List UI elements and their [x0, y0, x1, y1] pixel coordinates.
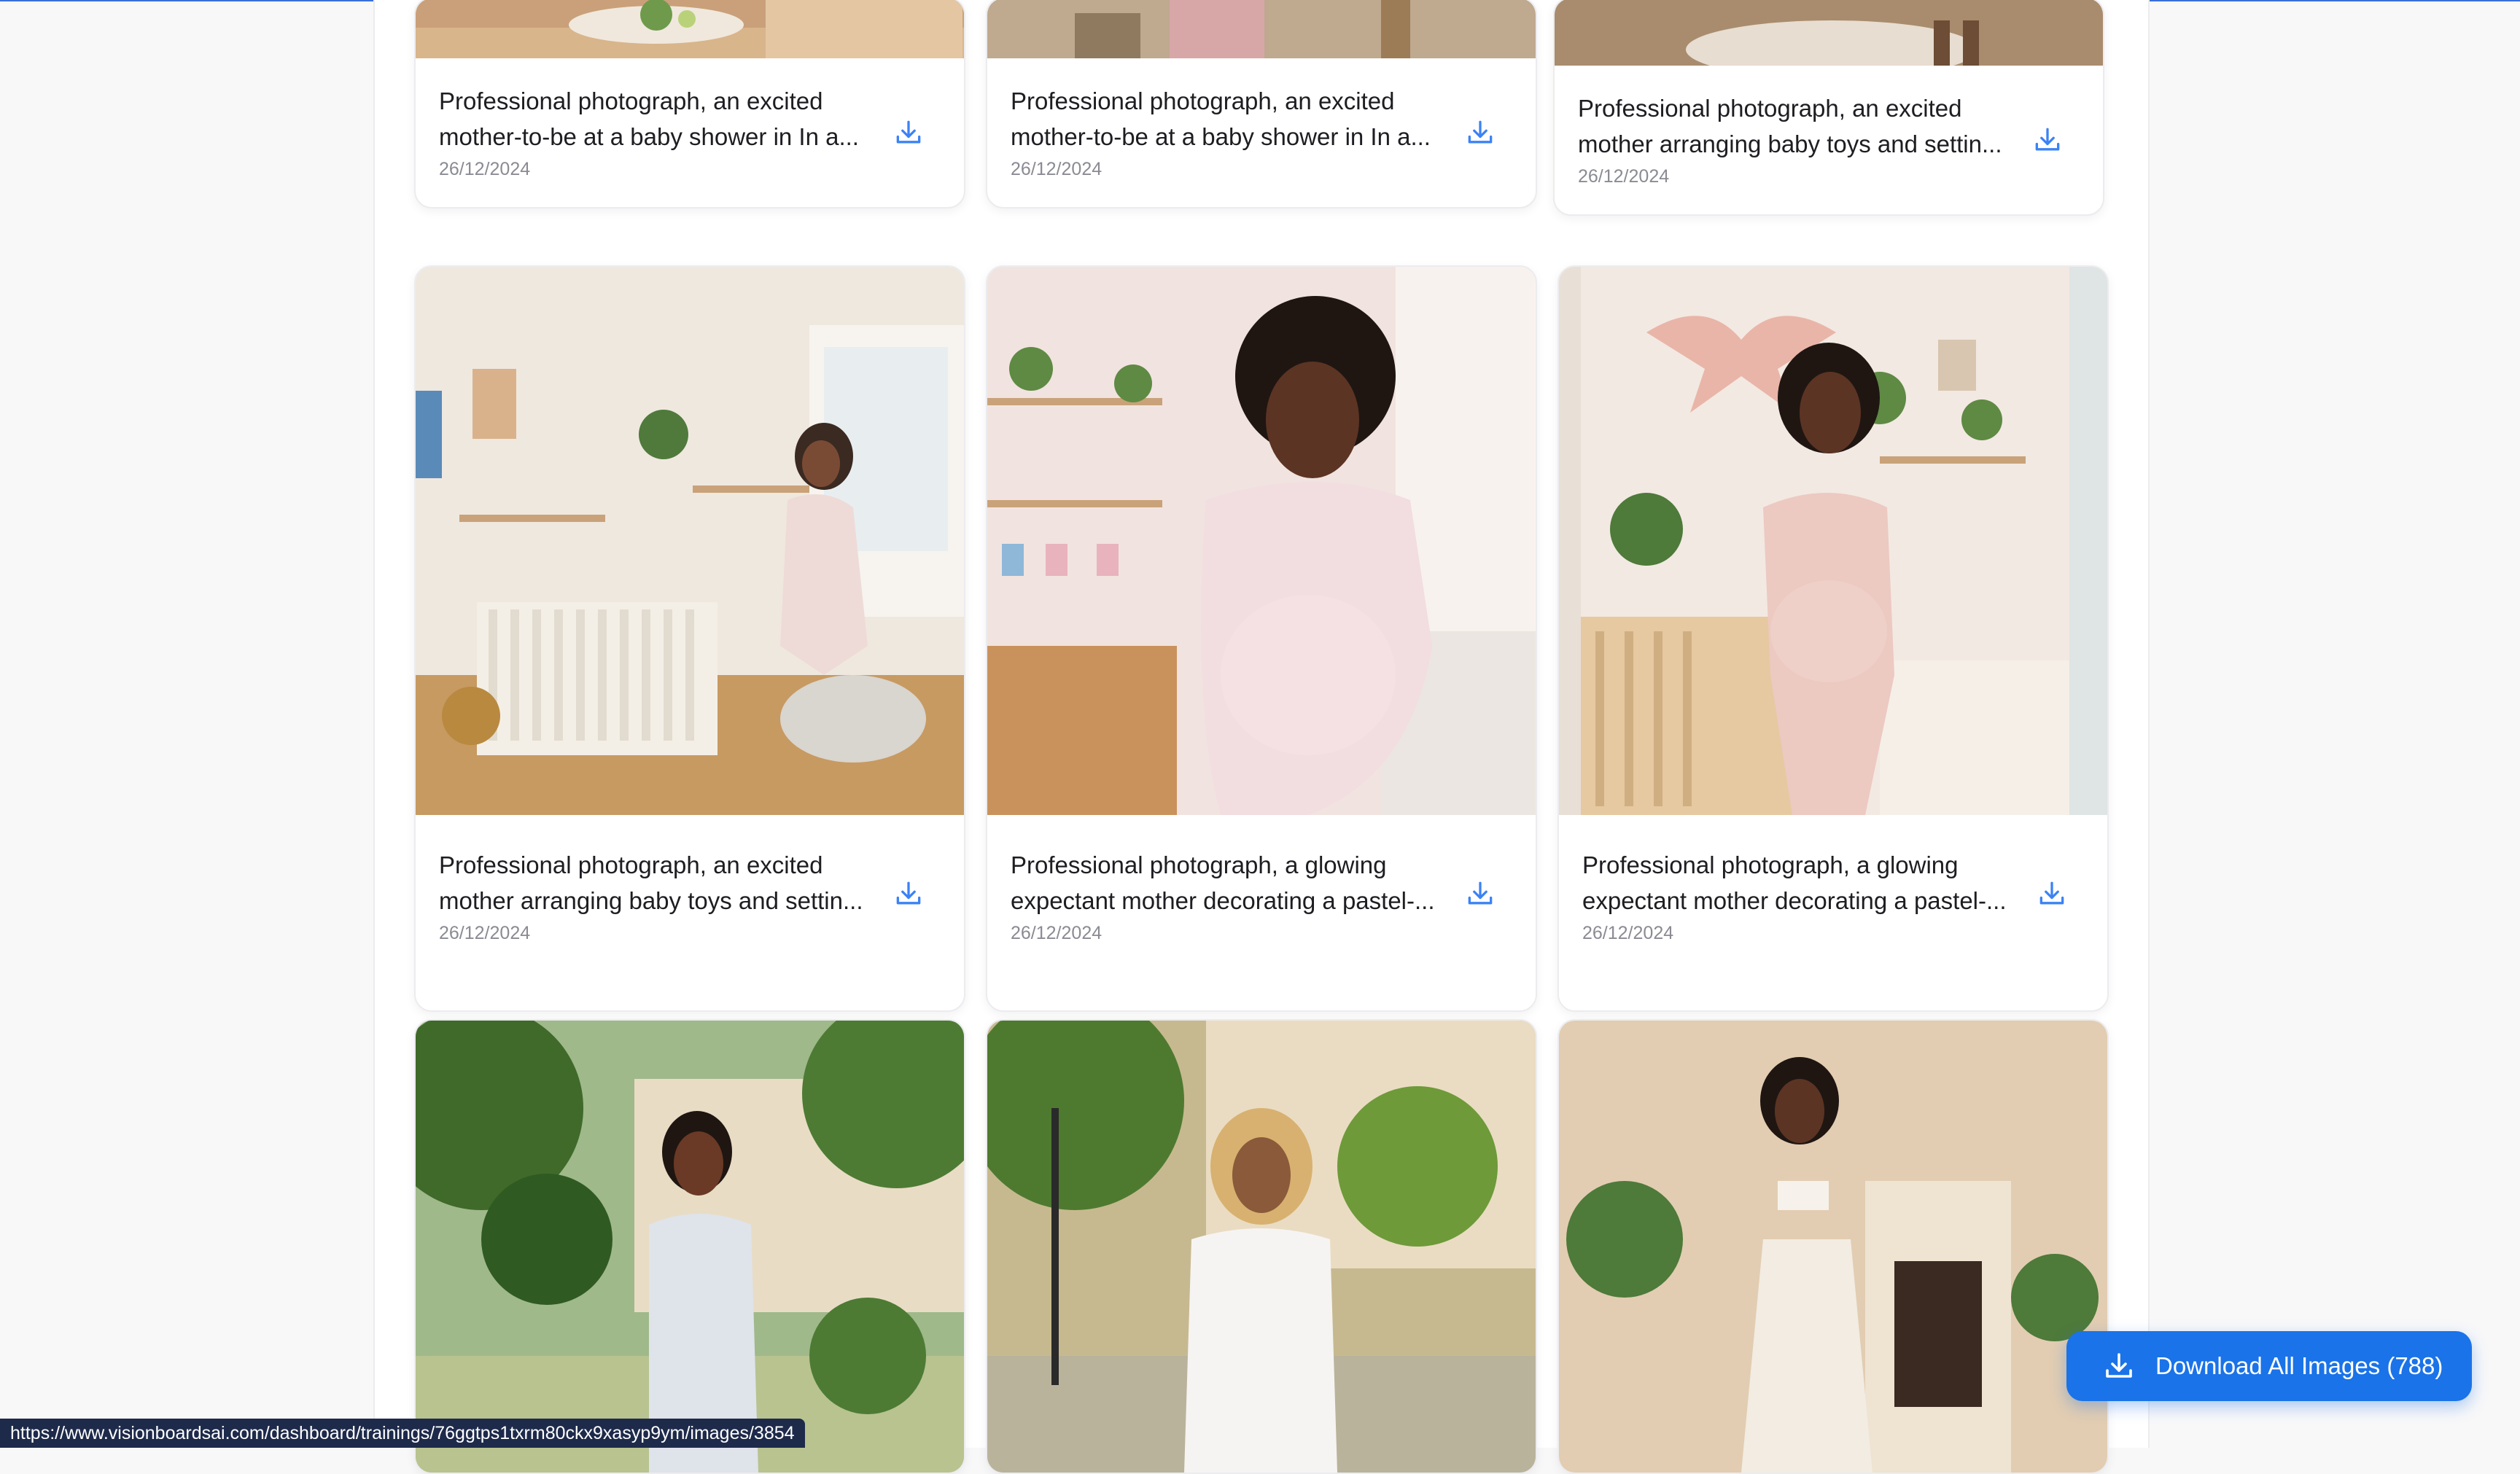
- image-thumbnail[interactable]: [416, 1021, 964, 1473]
- image-card[interactable]: Professional photograph, an excited moth…: [414, 0, 965, 208]
- download-all-label: Download All Images (788): [2155, 1352, 2443, 1380]
- download-icon[interactable]: [1464, 117, 1496, 149]
- download-icon[interactable]: [2036, 878, 2068, 910]
- image-caption: Professional photograph, an excited moth…: [439, 847, 869, 919]
- gallery-panel: Professional photograph, an excited moth…: [373, 0, 2150, 1448]
- image-date: 26/12/2024: [1011, 159, 1102, 180]
- card-meta: Professional photograph, a glowing expec…: [1559, 815, 2107, 1010]
- image-thumbnail[interactable]: [987, 267, 1536, 815]
- image-date: 26/12/2024: [1582, 923, 1673, 944]
- image-card[interactable]: Professional photograph, a glowing expec…: [986, 265, 1537, 1012]
- image-thumbnail[interactable]: [1559, 1021, 2107, 1473]
- download-all-button[interactable]: Download All Images (788): [2066, 1331, 2472, 1401]
- image-card[interactable]: Professional photograph, an excited moth…: [986, 0, 1537, 208]
- image-thumbnail[interactable]: [416, 267, 964, 815]
- image-date: 26/12/2024: [1578, 166, 1669, 187]
- card-meta: Professional photograph, an excited moth…: [416, 815, 964, 1010]
- image-caption: Professional photograph, a glowing expec…: [1582, 847, 2012, 919]
- image-caption: Professional photograph, an excited moth…: [1011, 83, 1441, 155]
- card-meta: Professional photograph, a glowing expec…: [987, 815, 1536, 1010]
- image-caption: Professional photograph, an excited moth…: [439, 83, 869, 155]
- image-thumbnail[interactable]: [416, 0, 964, 58]
- download-icon[interactable]: [892, 117, 925, 149]
- download-icon: [2101, 1349, 2136, 1384]
- image-date: 26/12/2024: [439, 923, 530, 944]
- image-card[interactable]: [1558, 1019, 2109, 1474]
- download-icon[interactable]: [2031, 124, 2064, 156]
- image-card[interactable]: Professional photograph, an excited moth…: [1553, 0, 2104, 216]
- image-card[interactable]: Professional photograph, a glowing expec…: [1558, 265, 2109, 1012]
- image-thumbnail[interactable]: [987, 0, 1536, 58]
- image-caption: Professional photograph, an excited moth…: [1578, 90, 2008, 162]
- image-card[interactable]: [414, 1019, 965, 1474]
- image-date: 26/12/2024: [1011, 923, 1102, 944]
- image-card[interactable]: [986, 1019, 1537, 1474]
- image-caption: Professional photograph, a glowing expec…: [1011, 847, 1441, 919]
- download-icon[interactable]: [1464, 878, 1496, 910]
- image-card[interactable]: Professional photograph, an excited moth…: [414, 265, 965, 1012]
- image-thumbnail[interactable]: [1559, 267, 2107, 815]
- image-thumbnail[interactable]: [1555, 0, 2103, 66]
- download-icon[interactable]: [892, 878, 925, 910]
- image-date: 26/12/2024: [439, 159, 530, 180]
- status-bar-url: https://www.visionboardsai.com/dashboard…: [0, 1419, 805, 1448]
- image-thumbnail[interactable]: [987, 1021, 1536, 1473]
